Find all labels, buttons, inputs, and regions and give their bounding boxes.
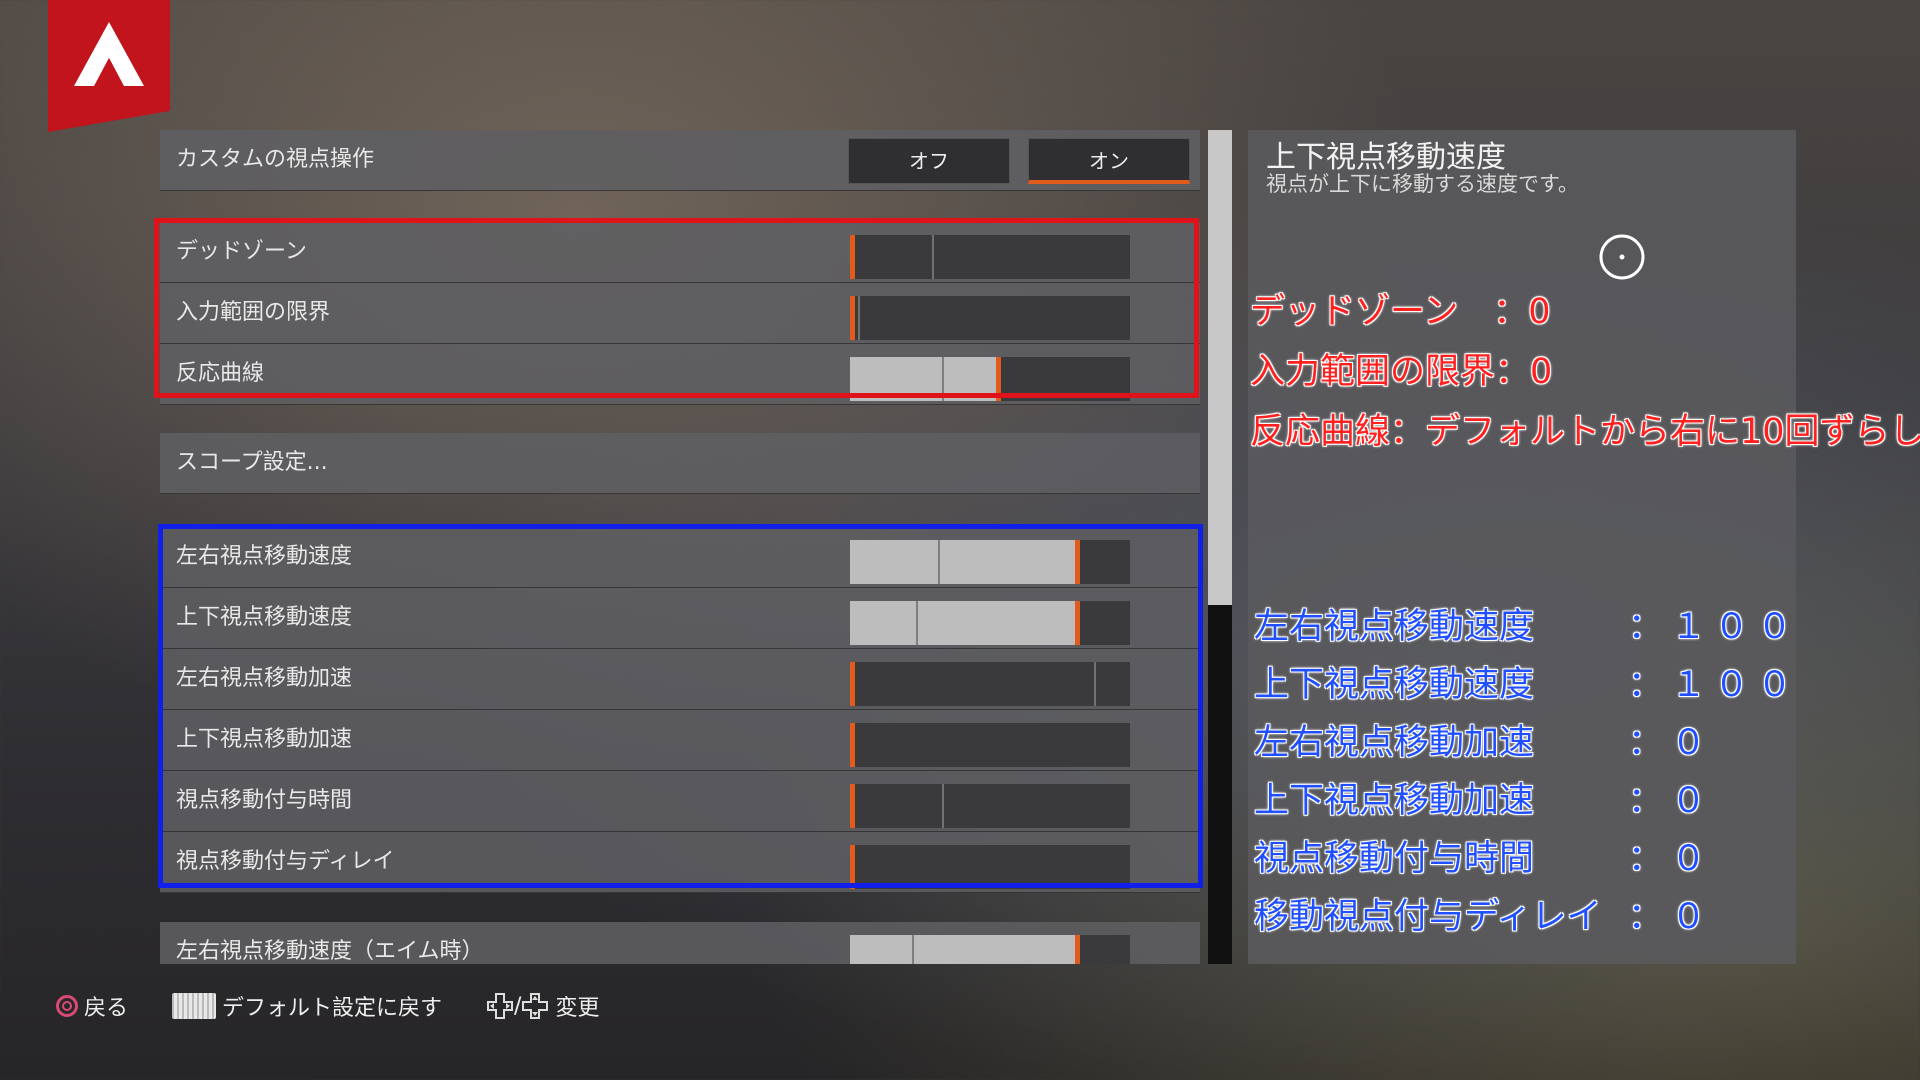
annotation-label: 視点移動付与時間 [1254,839,1535,879]
default-tick [912,935,914,964]
red-annotations: デッドゾーン ：0 入力範囲の限界：0 反応曲線：デフォルトから右に10回ずらし… [1250,285,1920,465]
annotation-value: ：０ [1628,781,1715,821]
annotation-value: ：０ [1628,839,1715,879]
red-highlight-box [154,218,1199,398]
dpad-left-right-icon [487,993,514,1019]
reset-defaults-hint[interactable]: デフォルト設定に戻す [172,990,442,1022]
blue-annotation: 移動視点付与ディレイ ：０ [1254,890,1706,948]
annotation-value: ：０ [1628,897,1715,937]
yaw-speed-ads-slider[interactable] [850,935,1130,964]
blue-annotation: 上下視点移動加速 ：０ [1254,774,1706,832]
annotation-label: 左右視点移動加速 [1254,723,1535,763]
reticle-icon [1599,234,1645,280]
slider-handle[interactable] [1075,935,1080,964]
annotation-label: 上下視点移動速度 [1254,665,1535,705]
annotation-label: 上下視点移動加速 [1254,781,1535,821]
setting-label: スコープ設定... [176,450,328,475]
apex-logo [48,0,170,132]
setting-row-scope-settings[interactable]: スコープ設定... [160,433,1200,494]
circle-button-icon [56,995,78,1017]
annotation-label: 移動視点付与ディレイ [1254,897,1602,937]
annotation-value: ：１００ [1628,665,1801,705]
annotation-value: ：１００ [1628,607,1801,647]
setting-row-yaw-speed-ads[interactable]: 左右視点移動速度（エイム時） [160,922,1200,964]
red-annotation-deadzone: デッドゾーン ：0 [1250,292,1551,332]
custom-look-label: カスタムの視点操作 [176,147,375,172]
dpad-up-down-icon [522,993,549,1019]
red-annotation-response-curve: 反応曲線：デフォルトから右に10回ずらした値 [1250,412,1920,452]
blue-annotation: 左右視点移動加速 ：０ [1254,716,1706,774]
blue-annotation: 左右視点移動速度 ：１００ [1254,600,1792,658]
back-hint[interactable]: 戻る [56,990,128,1022]
blue-annotations: 左右視点移動速度 ：１００ 上下視点移動速度 ：１００ 左右視点移動加速 ：０ 上下視… [1254,600,1792,948]
reset-defaults-label: デフォルト設定に戻す [222,996,443,1021]
scrollbar-thumb[interactable] [1208,130,1232,605]
toggle-on-button[interactable]: オン [1028,138,1190,184]
red-annotation-outer-threshold: 入力範囲の限界：0 [1250,352,1553,392]
blue-annotation: 視点移動付与時間 ：０ [1254,832,1706,890]
blue-highlight-box [158,524,1203,888]
change-hint[interactable]: / 変更 [486,990,599,1022]
apex-logo-icon [74,22,144,86]
touchpad-button-icon [172,993,217,1019]
slider-fill [850,935,1077,964]
blue-annotation: 上下視点移動速度 ：１００ [1254,658,1792,716]
setting-label: 左右視点移動速度（エイム時） [176,939,484,964]
settings-scrollbar[interactable] [1208,130,1232,964]
back-label: 戻る [84,996,129,1021]
footer-hints: 戻る デフォルト設定に戻す / 変更 [56,988,643,1024]
toggle-off-button[interactable]: オフ [848,138,1010,184]
info-description: 視点が上下に移動する速度です。 [1266,172,1579,196]
custom-look-row: カスタムの視点操作 オフ オン [160,130,1200,191]
annotation-label: 左右視点移動速度 [1254,607,1535,647]
annotation-value: ：０ [1628,723,1715,763]
change-label: 変更 [555,996,600,1021]
change-separator: / [514,993,522,1019]
